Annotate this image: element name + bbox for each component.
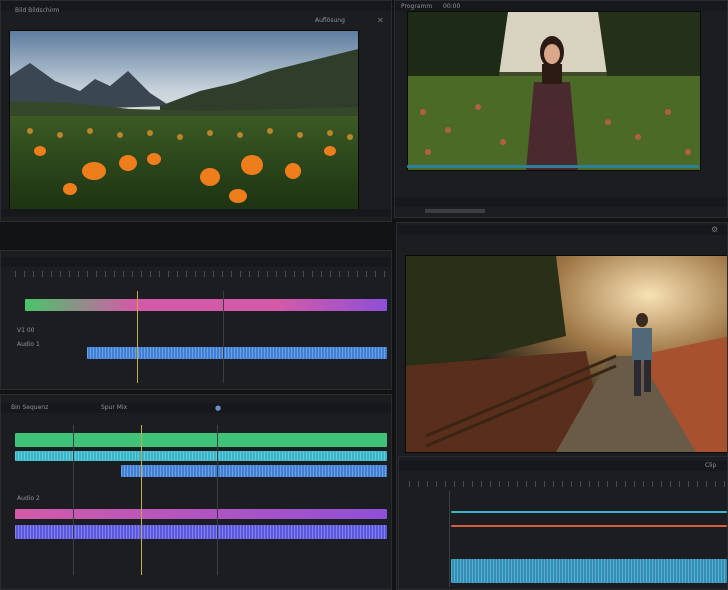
gear-icon[interactable]: ⚙ [711,226,719,234]
program-monitor-viewer[interactable] [407,11,701,171]
timeline-lower-panel: Bin Sequenz Spur Mix ● Audio 2 [0,394,392,590]
timeline-upper-marker [223,291,224,383]
timeline-upper-header [1,257,391,267]
timeline-lower-header [1,403,391,413]
timeline-lower-mix[interactable]: Spur Mix [101,404,127,412]
source-monitor-controls [1,209,391,217]
program-monitor-scrubber[interactable] [407,165,699,168]
program-monitor-title: Programm [401,3,433,10]
right-timeline-track-2[interactable] [451,525,727,527]
program-monitor-panel: Programm 00:00 [394,0,728,218]
source-monitor-viewer[interactable] [9,30,359,210]
timeline-lower-track-5[interactable] [15,525,387,539]
landscape-image [10,31,358,209]
timeline-lower-track-3[interactable] [121,465,387,477]
timeline-lower-track-1[interactable] [15,433,387,447]
source-monitor-title: Bild Bildschirm [15,7,60,14]
program-monitor-controls [395,197,727,207]
timeline-lower-track-2[interactable] [15,451,387,461]
timeline-upper-playhead[interactable] [137,291,138,383]
program-monitor-status [425,209,485,213]
timeline-upper-label-b: Audio 1 [17,341,40,348]
timeline-lower-playhead[interactable] [141,425,142,575]
right-timeline-header [399,461,727,471]
program-monitor-timecode: 00:00 [443,3,461,10]
right-timeline-track-1[interactable] [451,511,727,513]
timeline-upper-label-a: V1 00 [17,327,35,334]
right-timeline-ruler[interactable] [409,481,727,487]
close-icon[interactable]: ✕ [377,17,385,25]
timeline-upper-ruler[interactable] [15,271,389,277]
timeline-upper-video-track[interactable] [25,299,387,311]
timeline-upper-panel: V1 00 Audio 1 [0,250,392,390]
record-icon[interactable]: ● [215,404,223,412]
right-timeline-clip: Clip [705,462,717,469]
source-monitor-panel: Bild Bildschirm Auflösung ✕ [0,0,392,222]
timeline-upper-audio-track[interactable] [87,347,387,359]
timeline-lower-marker-2 [217,425,218,575]
right-timeline-marker [449,491,450,587]
right-timeline-track-3[interactable] [451,559,727,583]
preview-viewer[interactable] [405,255,727,453]
timeline-lower-track-4[interactable] [15,509,387,519]
path-image [406,256,727,452]
preview-header [397,225,727,235]
source-monitor-resolution[interactable]: Auflösung [315,17,345,25]
right-timeline-panel: Clip [398,456,728,590]
timeline-lower-marker-1 [73,425,74,575]
portrait-image [408,12,700,170]
timeline-lower-label-c: Audio 2 [17,495,40,502]
timeline-lower-title: Bin Sequenz [11,404,49,411]
